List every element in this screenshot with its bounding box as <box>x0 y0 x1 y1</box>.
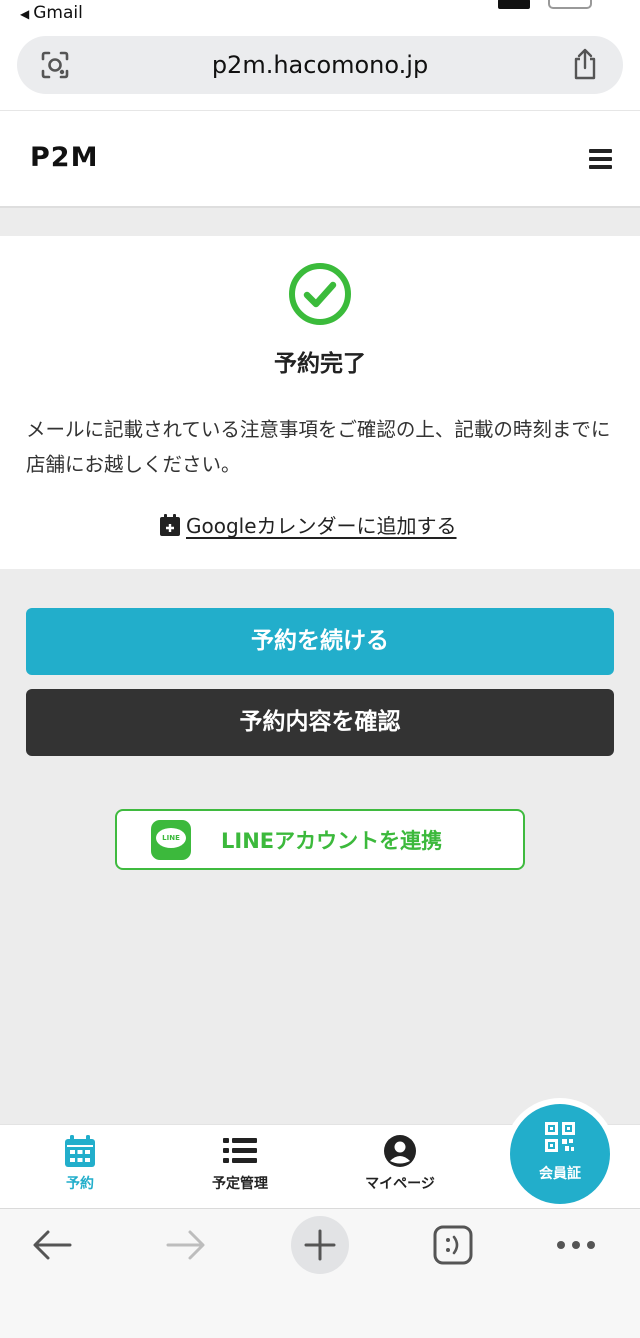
status-bar: ◀ Gmail <box>0 0 640 26</box>
back-app-label: Gmail <box>33 3 83 23</box>
continue-booking-button[interactable]: 予約を続ける <box>26 608 614 675</box>
line-button-label: LINEアカウントを連携 <box>221 829 443 853</box>
calendar-link-label: Googleカレンダーに追加する <box>186 514 457 538</box>
battery-icon <box>548 0 592 9</box>
signal-icon <box>498 0 530 9</box>
forward-arrow-icon[interactable] <box>166 1229 206 1261</box>
line-logo-icon: LINE <box>151 820 191 860</box>
confirm-booking-button[interactable]: 予約内容を確認 <box>26 689 614 756</box>
site-header: P2M <box>0 111 640 208</box>
site-logo[interactable]: P2M <box>30 142 98 173</box>
back-arrow-icon[interactable] <box>32 1229 72 1261</box>
add-to-google-calendar-link[interactable]: Googleカレンダーに追加する <box>160 510 457 539</box>
tabs-switcher-icon[interactable] <box>433 1225 473 1265</box>
qr-code-icon <box>545 1122 575 1152</box>
browser-address-area: p2m.hacomono.jp <box>0 26 640 111</box>
tab-schedule[interactable]: 予定管理 <box>180 1135 300 1193</box>
more-options-icon[interactable] <box>556 1239 596 1251</box>
menu-icon[interactable] <box>589 149 612 170</box>
url-text: p2m.hacomono.jp <box>211 51 429 79</box>
back-to-app[interactable]: ◀ Gmail <box>20 3 83 23</box>
address-bar[interactable]: p2m.hacomono.jp <box>17 36 623 94</box>
completion-title: 予約完了 <box>274 351 366 377</box>
link-line-account-button[interactable]: LINE LINEアカウントを連携 <box>115 809 525 870</box>
user-icon <box>384 1135 416 1167</box>
browser-toolbar <box>0 1208 640 1338</box>
calendar-plus-icon <box>160 514 180 536</box>
completion-card: 予約完了 メールに記載されている注意事項をご確認の上、記載の時刻までに店舗にお越… <box>0 236 640 569</box>
share-icon[interactable] <box>569 47 601 81</box>
member-card-label: 会員証 <box>539 1166 581 1182</box>
new-tab-button[interactable] <box>291 1216 349 1274</box>
calendar-icon <box>65 1135 95 1167</box>
tab-label: マイページ <box>365 1176 435 1192</box>
back-triangle-icon: ◀ <box>20 7 30 21</box>
tab-label: 予約 <box>66 1176 94 1192</box>
member-card-button[interactable]: 会員証 <box>510 1104 610 1204</box>
list-icon <box>223 1138 257 1163</box>
check-circle-icon <box>289 263 351 325</box>
tab-label: 予定管理 <box>212 1176 268 1192</box>
tab-mypage[interactable]: マイページ <box>340 1135 460 1193</box>
completion-message: メールに記載されている注意事項をご確認の上、記載の時刻までに店舗にお越しください… <box>26 418 611 476</box>
status-icons <box>498 0 592 13</box>
tab-reservation[interactable]: 予約 <box>20 1135 140 1193</box>
plus-icon <box>304 1229 336 1261</box>
